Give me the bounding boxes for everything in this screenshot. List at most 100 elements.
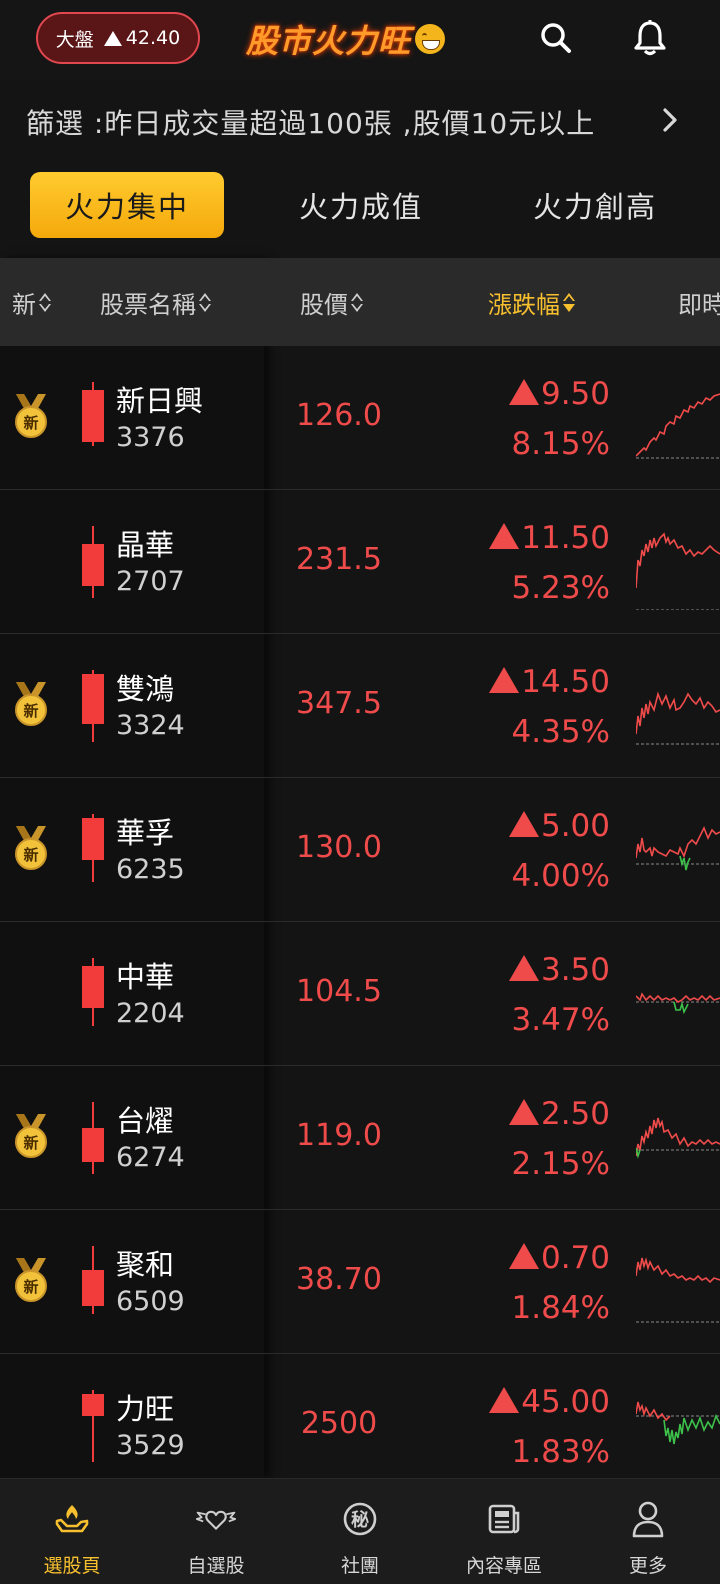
nav-label: 更多 bbox=[628, 1555, 667, 1577]
stock-name: 新日興 bbox=[116, 384, 204, 418]
bell-icon[interactable] bbox=[626, 14, 674, 62]
column-header-new[interactable]: 新 bbox=[12, 258, 51, 346]
table-row[interactable]: 新 新日興 3376 126.0 9.50 8.15% bbox=[0, 346, 720, 490]
stock-code: 3529 bbox=[116, 1430, 185, 1461]
up-triangle-icon bbox=[508, 1099, 539, 1125]
candlestick-icon bbox=[82, 1354, 104, 1478]
price-change-value: 0.70 bbox=[540, 1240, 610, 1276]
column-header-price[interactable]: 股價 bbox=[300, 258, 363, 346]
candlestick-icon bbox=[82, 1210, 104, 1354]
stock-code: 2707 bbox=[116, 566, 185, 597]
nav-watchlist[interactable]: 自選股 bbox=[144, 1479, 288, 1584]
tab-fire-high[interactable]: 火力創高 bbox=[498, 172, 692, 238]
up-triangle-icon bbox=[508, 811, 539, 837]
price-change: 45.00 bbox=[440, 1384, 610, 1420]
stock-price: 104.5 bbox=[296, 974, 382, 1009]
stock-pick-icon bbox=[52, 1499, 92, 1539]
stock-code: 6274 bbox=[116, 1142, 185, 1173]
table-header: 新 股票名稱 股價 漲跌幅 即時 bbox=[0, 258, 720, 346]
candlestick-icon bbox=[82, 922, 104, 1066]
filter-bar[interactable]: 篩選 :昨日成交量超過100張 ,股價10元以上 bbox=[0, 80, 720, 162]
intraday-sparkline bbox=[636, 992, 720, 1015]
column-change-label: 漲跌幅 bbox=[488, 290, 560, 319]
intraday-sparkline bbox=[636, 1257, 720, 1323]
nav-club[interactable]: 秘 社團 bbox=[288, 1479, 432, 1584]
new-medal-icon: 新 bbox=[12, 824, 50, 872]
ranking-tabs: 火力集中 火力成值 火力創高 bbox=[0, 162, 720, 256]
intraday-sparkline bbox=[636, 826, 720, 871]
price-change: 2.50 bbox=[440, 1096, 610, 1132]
new-medal-icon: 新 bbox=[12, 680, 50, 728]
up-triangle-icon bbox=[489, 523, 520, 549]
table-row[interactable]: 新 雙鴻 3324 347.5 14.50 4.35% bbox=[0, 634, 720, 778]
nav-content[interactable]: 內容專區 bbox=[432, 1479, 576, 1584]
table-row[interactable]: 力旺 3529 2500 45.00 1.83% bbox=[0, 1354, 720, 1478]
price-change-percent: 2.15% bbox=[511, 1146, 610, 1182]
stock-price: 347.5 bbox=[296, 686, 382, 721]
stock-price: 130.0 bbox=[296, 830, 382, 865]
app-header: 大盤 42.40 股市火力旺 bbox=[0, 0, 720, 80]
stock-price: 231.5 bbox=[296, 542, 382, 577]
up-triangle-icon bbox=[508, 955, 539, 981]
stock-code: 6235 bbox=[116, 854, 185, 885]
price-change-value: 14.50 bbox=[521, 664, 610, 700]
column-header-change[interactable]: 漲跌幅 bbox=[488, 258, 575, 346]
new-medal-icon: 新 bbox=[12, 392, 50, 440]
stock-name: 力旺 bbox=[116, 1392, 175, 1426]
nav-label: 自選股 bbox=[187, 1555, 245, 1577]
nav-more[interactable]: 更多 bbox=[576, 1479, 720, 1584]
intraday-sparkline bbox=[636, 691, 720, 745]
table-row[interactable]: 晶華 2707 231.5 11.50 5.23% bbox=[0, 490, 720, 634]
search-icon[interactable] bbox=[532, 14, 580, 62]
up-triangle-icon bbox=[508, 379, 539, 405]
intraday-sparkline bbox=[636, 393, 720, 459]
svg-text:新: 新 bbox=[23, 1134, 38, 1152]
price-change: 14.50 bbox=[440, 664, 610, 700]
price-change: 5.00 bbox=[440, 808, 610, 844]
bottom-nav: 選股頁 自選股 秘 社團 內容專區 更多 bbox=[0, 1478, 720, 1584]
column-new-label: 新 bbox=[12, 290, 36, 319]
price-change-percent: 1.83% bbox=[511, 1434, 610, 1470]
table-row[interactable]: 新 聚和 6509 38.70 0.70 1.84% bbox=[0, 1210, 720, 1354]
user-icon bbox=[628, 1499, 668, 1539]
column-name-label: 股票名稱 bbox=[100, 290, 196, 319]
candlestick-icon bbox=[82, 778, 104, 922]
chevron-right-icon[interactable] bbox=[652, 100, 688, 140]
nav-label: 社團 bbox=[340, 1555, 379, 1577]
tab-fire-value[interactable]: 火力成值 bbox=[264, 172, 458, 238]
table-row[interactable]: 新 台燿 6274 119.0 2.50 2.15% bbox=[0, 1066, 720, 1210]
column-header-name[interactable]: 股票名稱 bbox=[100, 258, 211, 346]
sort-icon bbox=[39, 292, 51, 312]
svg-text:新: 新 bbox=[23, 1278, 38, 1296]
intraday-sparkline bbox=[636, 532, 720, 610]
intraday-sparkline bbox=[636, 1117, 720, 1159]
news-icon bbox=[484, 1499, 524, 1539]
svg-text:新: 新 bbox=[23, 846, 38, 864]
table-row[interactable]: 新 華孚 6235 130.0 5.00 4.00% bbox=[0, 778, 720, 922]
price-change: 3.50 bbox=[440, 952, 610, 988]
market-label: 大盤 bbox=[55, 28, 94, 51]
up-triangle-icon bbox=[489, 667, 520, 693]
stock-name: 晶華 bbox=[116, 528, 175, 562]
filter-text: 篩選 :昨日成交量超過100張 ,股價10元以上 bbox=[26, 107, 596, 140]
stock-code: 6509 bbox=[116, 1286, 185, 1317]
table-row[interactable]: 中華 2204 104.5 3.50 3.47% bbox=[0, 922, 720, 1066]
column-price-label: 股價 bbox=[300, 290, 348, 319]
sort-desc-icon bbox=[563, 292, 575, 312]
price-change-value: 3.50 bbox=[540, 952, 610, 988]
nav-label: 選股頁 bbox=[43, 1555, 101, 1577]
candlestick-icon bbox=[82, 1066, 104, 1210]
nav-label: 內容專區 bbox=[465, 1555, 542, 1577]
price-change-percent: 4.00% bbox=[511, 858, 610, 894]
column-header-realtime[interactable]: 即時 bbox=[678, 258, 720, 346]
stock-name: 台燿 bbox=[116, 1104, 175, 1138]
nav-stock-pick[interactable]: 選股頁 bbox=[0, 1479, 144, 1584]
market-index-pill[interactable]: 大盤 42.40 bbox=[36, 12, 200, 64]
intraday-sparkline bbox=[636, 1401, 720, 1445]
heart-wings-icon bbox=[196, 1499, 236, 1539]
svg-text:秘: 秘 bbox=[351, 1509, 369, 1531]
column-realtime-label: 即時 bbox=[678, 290, 720, 319]
svg-text:新: 新 bbox=[23, 414, 38, 432]
tab-fire-concentration[interactable]: 火力集中 bbox=[30, 172, 224, 238]
price-change: 11.50 bbox=[440, 520, 610, 556]
